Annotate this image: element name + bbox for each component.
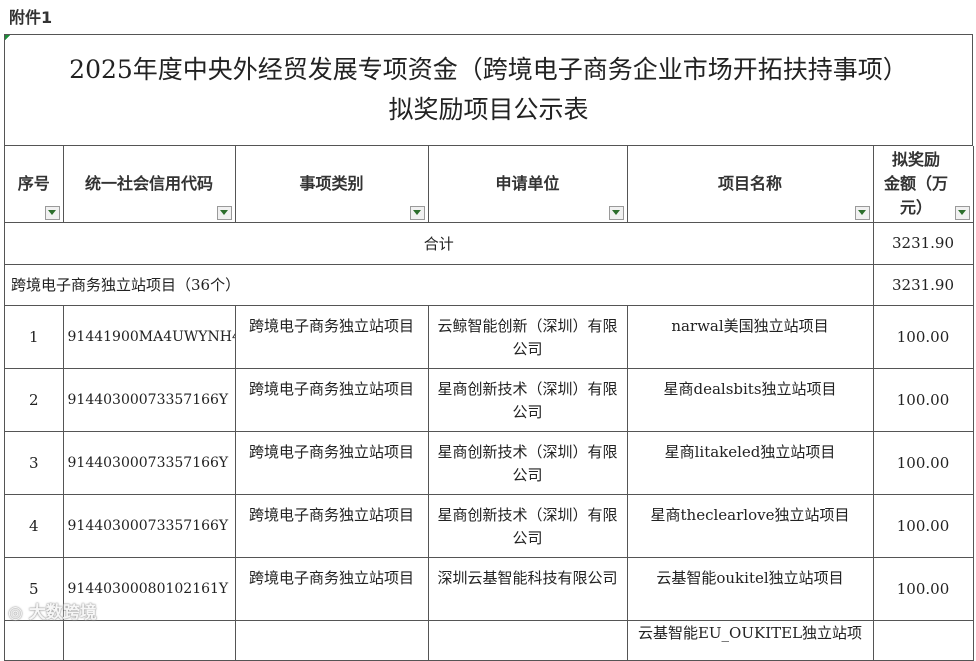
row-seq: 3 [5, 431, 64, 495]
table-title: 2025年度中央外经贸发展专项资金（跨境电子商务企业市场开拓扶持事项） 拟奖励项… [5, 35, 973, 146]
award-table: 序号 统一社会信用代码 事项类别 申请单位 项目名称 拟奖励 金额（万 元） 合计 … [5, 35, 974, 661]
table-row: 3 91440300073357166Y 跨境电子商务独立站项目 星商创新技术（… [5, 35, 974, 495]
row-seq: 2 [5, 368, 64, 432]
row-applicant [428, 620, 628, 661]
row-applicant: 星商创新技术（深圳）有限公司 [428, 368, 628, 432]
row-amount: 100.00 [873, 305, 974, 369]
filter-dropdown-icon[interactable] [608, 205, 624, 220]
total-row: 合计 3231.90 [5, 222, 974, 265]
table-row: 4 91440300073357166Y 跨境电子商务独立站项目 星商创新技术（… [5, 35, 974, 558]
row-project: narwal美国独立站项目 [5, 35, 874, 369]
filter-dropdown-icon[interactable] [216, 205, 232, 220]
row-amount: 100.00 [873, 368, 974, 432]
header-credit-code: 统一社会信用代码 [63, 146, 236, 223]
table-row: 1 91441900MA4UWYNH4P 跨境电子商务独立站项目 云鲸智能创新（… [5, 35, 974, 369]
filter-dropdown-icon[interactable] [954, 205, 970, 220]
row-amount: 100.00 [873, 557, 974, 621]
row-seq: 1 [5, 305, 64, 369]
row-category: 跨境电子商务独立站项目 [235, 431, 429, 495]
filter-dropdown-icon[interactable] [409, 205, 425, 220]
row-amount: 100.00 [873, 431, 974, 495]
title-line-2: 拟奖励项目公示表 [388, 95, 589, 124]
row-credit-code: 91440300073357166Y [63, 368, 236, 432]
spreadsheet: 2025年度中央外经贸发展专项资金（跨境电子商务企业市场开拓扶持事项） 拟奖励项… [4, 34, 974, 661]
row-project: 云基智能EU_OUKITEL独立站项 [5, 35, 874, 661]
total-amount: 3231.90 [873, 222, 974, 265]
row-credit-code [63, 620, 236, 661]
header-project: 项目名称 [627, 146, 874, 223]
row-project: 星商dealsbits独立站项目 [5, 35, 874, 432]
row-applicant: 深圳云基智能科技有限公司 [428, 557, 628, 621]
row-project: 星商theclearlove独立站项目 [5, 35, 874, 558]
header-amount: 拟奖励 金额（万 元） [873, 146, 974, 223]
total-label: 合计 [5, 222, 874, 265]
table-row-partial: 云基智能EU_OUKITEL独立站项 [5, 35, 974, 661]
row-category: 跨境电子商务独立站项目 [235, 494, 429, 558]
filter-dropdown-icon[interactable] [854, 205, 870, 220]
row-category [235, 620, 429, 661]
group-amount: 3231.90 [873, 264, 974, 306]
group-row: 跨境电子商务独立站项目（36个） 3231.90 [5, 264, 974, 306]
header-row: 序号 统一社会信用代码 事项类别 申请单位 项目名称 拟奖励 金额（万 元） [5, 146, 974, 223]
row-credit-code: 91440300073357166Y [63, 431, 236, 495]
row-seq: 4 [5, 494, 64, 558]
header-category: 事项类别 [235, 146, 429, 223]
row-credit-code: 91441900MA4UWYNH4P [63, 305, 236, 369]
row-amount: 100.00 [873, 494, 974, 558]
row-applicant: 星商创新技术（深圳）有限公司 [428, 431, 628, 495]
table-row: 5 91440300080102161Y 跨境电子商务独立站项目 深圳云基智能科… [5, 35, 974, 621]
header-seq: 序号 [5, 146, 64, 223]
watermark: ◎ 大数跨境 [8, 603, 97, 623]
header-applicant: 申请单位 [428, 146, 628, 223]
row-credit-code: 91440300073357166Y [63, 494, 236, 558]
row-project: 星商litakeled独立站项目 [5, 35, 874, 495]
row-project: 云基智能oukitel独立站项目 [5, 35, 874, 621]
row-seq [5, 620, 64, 661]
row-category: 跨境电子商务独立站项目 [235, 557, 429, 621]
row-applicant: 云鲸智能创新（深圳）有限公司 [428, 305, 628, 369]
title-line-1: 2025年度中央外经贸发展专项资金（跨境电子商务企业市场开拓扶持事项） [69, 55, 908, 84]
group-label: 跨境电子商务独立站项目（36个） [5, 264, 874, 306]
table-row: 2 91440300073357166Y 跨境电子商务独立站项目 星商创新技术（… [5, 35, 974, 432]
row-category: 跨境电子商务独立站项目 [235, 368, 429, 432]
attachment-label: 附件1 [9, 8, 53, 27]
row-applicant: 星商创新技术（深圳）有限公司 [428, 494, 628, 558]
row-category: 跨境电子商务独立站项目 [235, 305, 429, 369]
filter-dropdown-icon[interactable] [44, 205, 60, 220]
row-amount [873, 620, 974, 661]
